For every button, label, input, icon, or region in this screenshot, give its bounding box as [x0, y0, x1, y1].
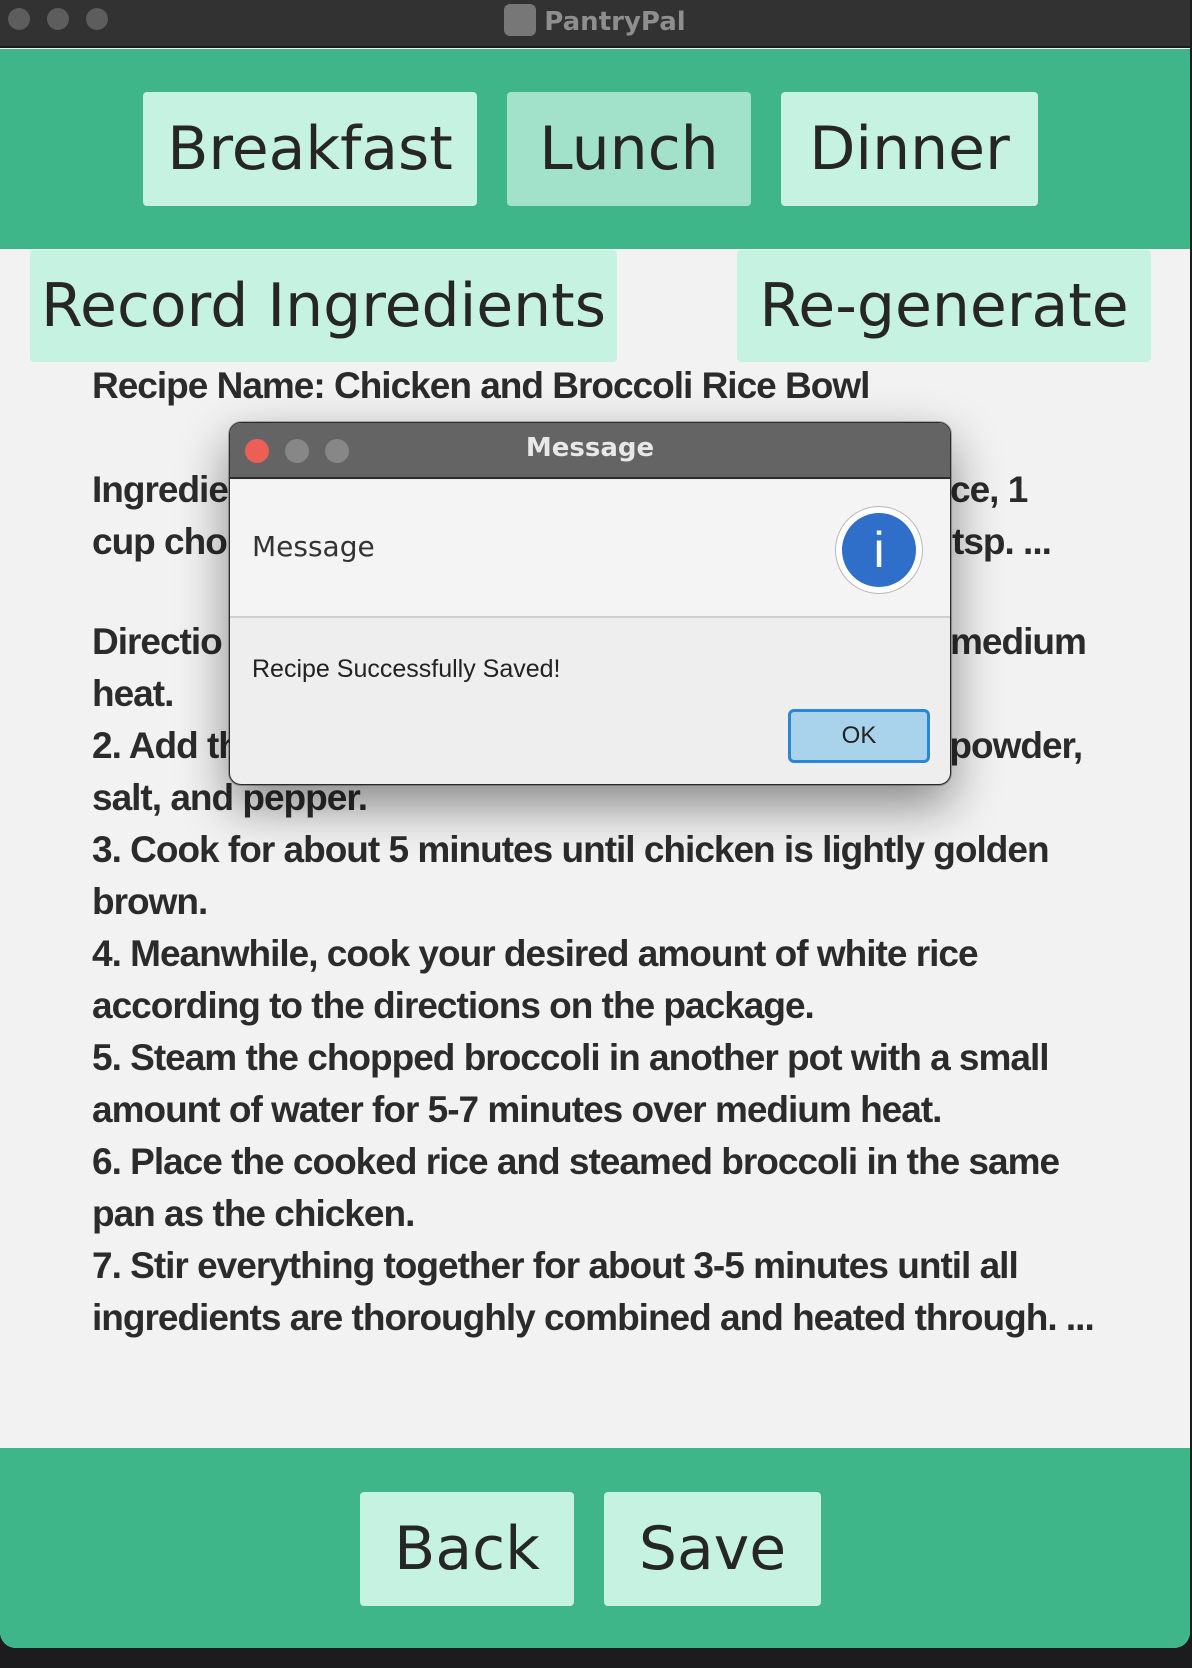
- info-icon-glyph: i: [842, 513, 916, 587]
- app-icon: [504, 4, 537, 36]
- recipe-name: Recipe Name: Chicken and Broccoli Rice B…: [92, 365, 870, 406]
- app-window: PantryPal Breakfast Lunch Dinner Record …: [0, 0, 1190, 1648]
- regenerate-button[interactable]: Re-generate: [737, 250, 1151, 362]
- ingredients-line1-right: ce, 1: [950, 469, 1028, 510]
- dialog-title: Message: [525, 433, 655, 463]
- ingredients-line2-left: cup chop: [92, 521, 249, 562]
- directions-line1-left: Directio: [92, 621, 223, 662]
- back-button[interactable]: Back: [360, 1492, 574, 1606]
- bottom-bar: Back Save: [0, 1448, 1190, 1648]
- directions-line1-right: medium: [950, 621, 1087, 662]
- dinner-button[interactable]: Dinner: [781, 92, 1038, 206]
- meal-type-bar: Breakfast Lunch Dinner: [0, 49, 1190, 249]
- dialog-header-text: Message: [252, 530, 375, 563]
- title-bar: PantryPal: [0, 0, 1190, 48]
- info-icon: i: [836, 507, 922, 593]
- record-ingredients-button[interactable]: Record Ingredients: [30, 250, 617, 362]
- ingredients-line1-left: Ingredie: [92, 469, 229, 510]
- ok-button[interactable]: OK: [788, 709, 930, 763]
- save-button[interactable]: Save: [604, 1492, 821, 1606]
- breakfast-button[interactable]: Breakfast: [143, 92, 477, 206]
- ingredients-line2-right: tsp. ...: [952, 521, 1052, 562]
- lunch-button[interactable]: Lunch: [507, 92, 751, 206]
- dialog-message: Recipe Successfully Saved!: [252, 655, 561, 683]
- dialog-title-bar: Message: [230, 423, 950, 479]
- dialog-header: Message i: [230, 480, 950, 618]
- message-dialog: Message Message i Recipe Successfully Sa…: [229, 422, 951, 785]
- window-title: PantryPal: [0, 4, 1190, 37]
